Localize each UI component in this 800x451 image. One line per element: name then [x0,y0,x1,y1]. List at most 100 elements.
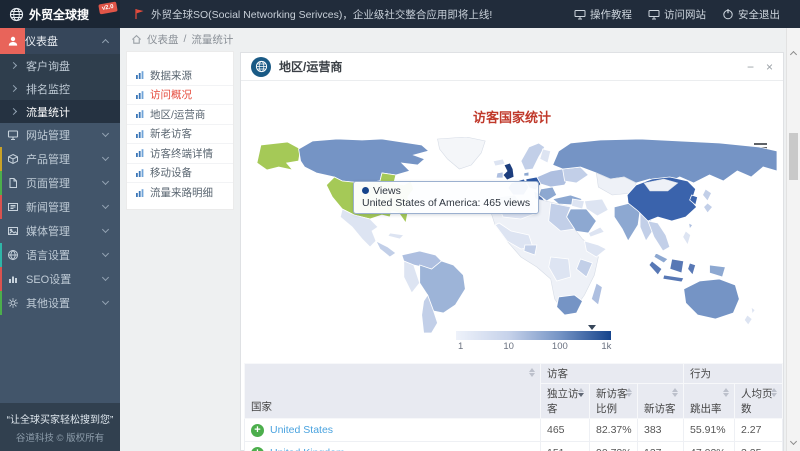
arrow-right-icon [0,109,26,114]
tutorial-link[interactable]: 操作教程 [574,7,632,22]
sidebar-item-traffic-stats[interactable]: 流量统计 [0,100,120,123]
legend-tick: 1k [601,341,611,352]
globe-icon [251,57,271,77]
sidebar-item-product-mgmt[interactable]: 产品管理 [0,147,120,171]
region-carrier-panel: 地区/运营商 − × 访客国家统计 [240,52,784,451]
submenu-item-data-source[interactable]: 数据来源 [127,66,233,86]
panel-controls: − × [747,61,773,73]
submenu-item-region-carrier[interactable]: 地区/运营商 [127,105,233,125]
legend-pointer-icon[interactable] [588,325,596,330]
sidebar-item-other-settings[interactable]: 其他设置 [0,291,120,315]
close-button[interactable]: × [766,61,773,73]
submenu-item-visitor-terminal[interactable]: 访客终端详情 [127,144,233,164]
world-map[interactable] [243,137,779,333]
monitor-icon [0,129,26,141]
cell-bounce-rate: 47.02% [684,442,735,451]
country-denmark [524,172,529,176]
topbar-links: 操作教程 访问网站 安全退出 [574,7,780,22]
visit-site-link[interactable]: 访问网站 [648,7,706,22]
home-icon [131,34,142,45]
chevron-down-icon [102,202,109,209]
submenu-item-label: 访客终端详情 [150,146,213,161]
cell-new-visitors: 137 [638,442,684,451]
country-iraq-syria [572,199,585,209]
country-madagascar [591,283,602,305]
accent-stripe [0,171,2,195]
country-greenland [438,137,486,169]
sort-icon[interactable] [529,368,535,377]
country-link[interactable]: United Kingdom [270,447,345,451]
sidebar-footer: “让全球买家轻松搜到您” 谷道科技 © 版权所有 [0,403,120,451]
sidebar-item-dashboard[interactable]: 仪表盘 [0,28,120,54]
sidebar-item-ranking-monitor[interactable]: 排名监控 [0,77,120,100]
submenu-item-traffic-referrer[interactable]: 流量来路明细 [127,183,233,203]
country-indonesia-borneo [670,259,684,273]
country-canada [299,139,429,183]
submenu-item-label: 流量来路明细 [150,185,213,200]
column-header-new-visitor-ratio[interactable]: 新访客比例 [590,384,638,419]
scroll-down-arrow-icon[interactable] [787,435,800,449]
expand-plus-icon[interactable]: + [251,447,264,451]
submenu-item-visit-overview[interactable]: 访问概况 [127,86,233,106]
screen-icon [574,9,586,20]
column-header-pages-per-visitor[interactable]: 人均页数 [735,384,783,419]
minimize-button[interactable]: − [747,61,754,73]
submenu-item-mobile-devices[interactable]: 移动设备 [127,164,233,184]
app-root: 外贸全球搜 v2.0 外贸全球SO(Social Networking Seri… [0,0,800,451]
sidebar-item-page-mgmt[interactable]: 页面管理 [0,171,120,195]
chevron-down-icon [102,130,109,137]
submenu-item-label: 新老访客 [150,126,192,141]
accent-stripe [0,267,2,291]
sidebar-item-news-mgmt[interactable]: 新闻管理 [0,195,120,219]
country-australia [684,279,740,319]
sidebar-item-media-mgmt[interactable]: 媒体管理 [0,219,120,243]
bar-chart-icon [135,168,145,178]
country-new-zealand [744,315,752,325]
cell-new-visitor-ratio: 90.73% [590,442,638,451]
sort-icon[interactable] [771,388,777,397]
column-header-bounce-rate[interactable]: 跳出率 [684,384,735,419]
chevron-down-icon [102,154,109,161]
sort-icon[interactable] [672,388,678,397]
visit-site-link-label: 访问网站 [664,7,706,22]
media-icon [0,225,26,237]
table-row-united-kingdom: + United Kingdom 151 90.73% 137 47.02% 3… [245,442,783,451]
table-row-united-states: + United States 465 82.37% 383 55.91% 2.… [245,419,783,442]
country-indonesia-java [663,275,684,282]
sidebar-item-label: 排名监控 [26,81,120,97]
brand-logo[interactable]: 外贸全球搜 v2.0 [0,0,120,28]
visual-map-legend[interactable]: 1 10 100 1k [456,331,611,352]
tutorial-link-label: 操作教程 [590,7,632,22]
page-scrollbar[interactable] [786,28,800,451]
sidebar-item-seo-settings[interactable]: SEO设置 [0,267,120,291]
country-japan-south [704,203,713,213]
sort-icon[interactable] [723,388,729,397]
country-alaska [257,142,301,170]
legend-tick: 10 [503,341,514,352]
bar-chart-icon [135,188,145,198]
country-link[interactable]: United States [270,424,333,436]
chevron-up-icon [102,39,109,46]
breadcrumb-current: 流量统计 [191,32,233,47]
legend-tick: 100 [552,341,568,352]
scrollbar-thumb[interactable] [789,133,798,180]
cell-new-visitors: 383 [638,419,684,442]
accent-stripe [0,147,2,171]
sort-icon-active[interactable] [578,388,584,397]
sidebar-item-website-mgmt[interactable]: 网站管理 [0,123,120,147]
sidebar-item-customer-inquiry[interactable]: 客户询盘 [0,54,120,77]
chevron-down-icon [102,274,109,281]
sort-icon[interactable] [626,388,632,397]
sidebar-item-language-settings[interactable]: 语言设置 [0,243,120,267]
column-header-country[interactable]: 国家 [245,364,541,419]
column-header-new-visitors[interactable]: 新访客 [638,384,684,419]
submenu-item-new-old-visitors[interactable]: 新老访客 [127,125,233,145]
flag-icon [134,8,145,20]
column-header-unique-visitors[interactable]: 独立访客 [541,384,590,419]
expand-plus-icon[interactable]: + [251,424,264,437]
scroll-up-arrow-icon[interactable] [787,46,800,60]
panel-title: 地区/运营商 [279,58,342,75]
brand-name: 外贸全球搜 [29,6,89,23]
logout-link[interactable]: 安全退出 [722,7,780,22]
breadcrumb-home[interactable]: 仪表盘 [147,32,179,47]
